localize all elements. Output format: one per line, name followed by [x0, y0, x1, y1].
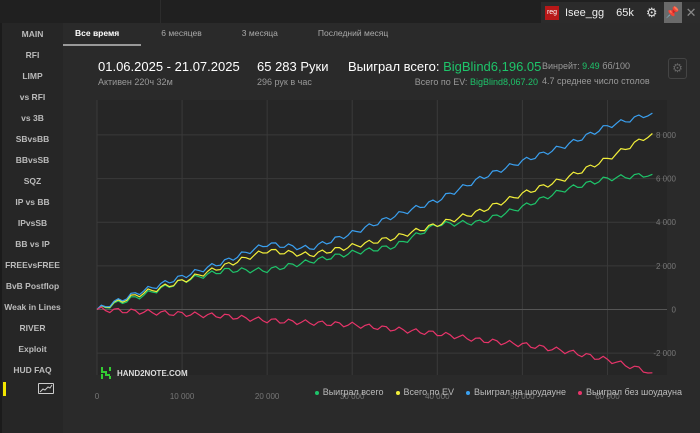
legend-label: Выиграл на шоудауне: [474, 387, 566, 397]
y-tick-label: 0: [672, 306, 677, 315]
legend-item[interactable]: Выиграл всего: [314, 387, 384, 397]
y-tick-label: 2 000: [656, 262, 677, 271]
legend-item[interactable]: Выиграл на шоудауне: [466, 387, 566, 397]
y-tick-label: 6 000: [656, 175, 677, 184]
legend-label: Выиграл без шоудауна: [586, 387, 682, 397]
legend-label: Выиграл всего: [322, 387, 384, 397]
hand2note-logo: HAND2NOTE.COM: [100, 366, 188, 380]
legend-dot-icon: [314, 390, 319, 395]
y-tick-label: 4 000: [656, 218, 677, 227]
legend-item[interactable]: Выиграл без шоудауна: [578, 387, 682, 397]
legend-label: Всего по EV: [403, 387, 455, 397]
y-tick-label: 8 000: [656, 131, 677, 140]
legend-dot-icon: [578, 390, 582, 395]
chart-legend: Выиграл всего Всего по EV Выиграл на шоуда…: [314, 387, 682, 397]
legend-item[interactable]: Всего по EV: [395, 387, 455, 397]
x-tick-label: 20 000: [255, 392, 280, 401]
x-tick-label: 10 000: [170, 392, 195, 401]
legend-dot-icon: [395, 390, 400, 395]
logo-text: HAND2NOTE.COM: [117, 368, 188, 378]
x-tick-label: 0: [95, 392, 100, 401]
y-tick-label: -2 000: [653, 349, 676, 358]
legend-dot-icon: [466, 390, 471, 395]
